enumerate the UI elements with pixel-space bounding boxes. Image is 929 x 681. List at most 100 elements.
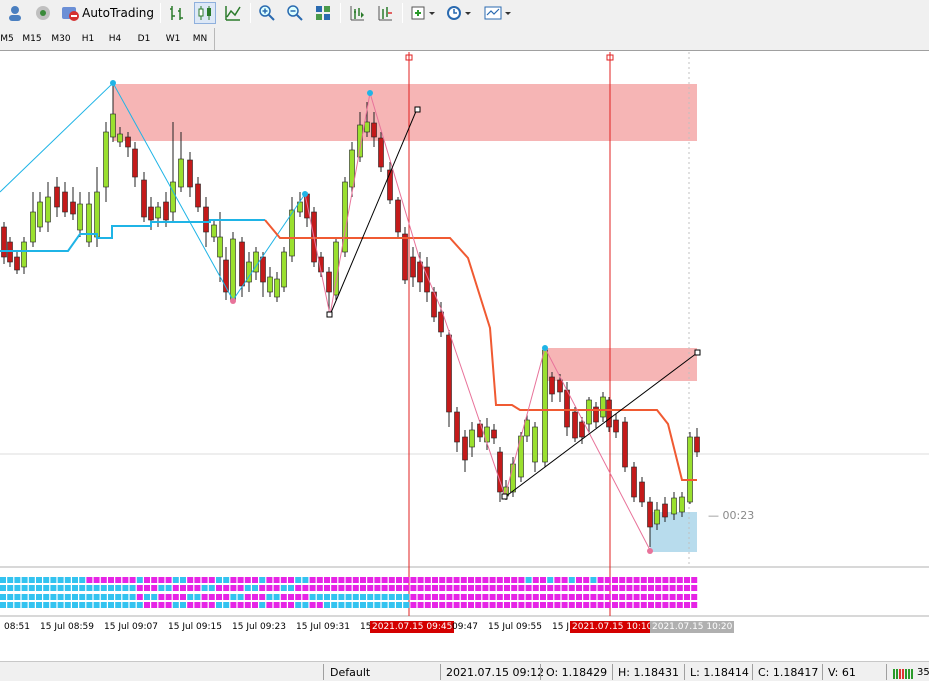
indicator-block [288, 602, 294, 608]
indicator-block [381, 577, 388, 583]
timeframe-d1[interactable]: D1 [135, 31, 153, 47]
indicator-block [554, 585, 561, 591]
indicator-block [576, 577, 582, 583]
profile-name[interactable]: Default [330, 665, 370, 680]
time-axis-label: 15 Jul 09:31 [296, 622, 350, 632]
indicator-block [540, 602, 546, 608]
indicator-block [554, 594, 561, 600]
price-chart[interactable] [0, 52, 929, 642]
indicator-block [129, 577, 136, 583]
indicator-block [367, 585, 374, 591]
indicator-block [144, 594, 150, 600]
timeframe-h1[interactable]: H1 [79, 31, 97, 47]
candle-body [402, 233, 408, 281]
indicator-block [662, 577, 669, 583]
pivot-high-dot [367, 90, 373, 96]
connection-status[interactable]: 35 [893, 665, 929, 680]
indicator-block [324, 585, 330, 591]
indicator-block [0, 594, 6, 600]
indicator-block [165, 577, 172, 583]
indicator-block [295, 585, 302, 591]
line-chart-button[interactable] [222, 2, 244, 24]
indicator-block [432, 577, 438, 583]
metatrader-window: AutoTrading M5 M15 M30 H1 H4 D1 W1 MN — … [0, 0, 929, 681]
indicator-block [36, 585, 42, 591]
signal-icon [36, 6, 50, 20]
bar-chart-button[interactable] [166, 2, 188, 24]
candle-body [600, 396, 606, 418]
indicator-block [352, 602, 359, 608]
indicator-block [547, 594, 554, 600]
trendline-handle[interactable] [501, 493, 508, 500]
indicator-block [108, 602, 114, 608]
indicator-block [424, 594, 431, 600]
trendline-handle[interactable] [694, 349, 701, 356]
indicator-block [496, 577, 503, 583]
indicator-block [302, 585, 309, 591]
zoom-out-button[interactable] [284, 2, 306, 24]
indicator-block [100, 585, 107, 591]
indicator-block [57, 585, 64, 591]
candlestick-button[interactable] [194, 2, 216, 24]
templates-button[interactable] [482, 2, 514, 24]
periods-button[interactable] [444, 2, 474, 24]
timeframe-m30[interactable]: M30 [49, 31, 73, 47]
indicator-block [338, 594, 345, 600]
autoscroll-button[interactable] [374, 2, 396, 24]
accounts-button[interactable] [4, 2, 26, 24]
trendline-handle[interactable] [414, 106, 421, 113]
tile-windows-button[interactable] [312, 2, 334, 24]
indicator-block [410, 602, 417, 608]
candle-body [687, 436, 693, 503]
indicator-block [468, 602, 474, 608]
indicators-button[interactable] [408, 2, 438, 24]
indicator-block [64, 585, 71, 591]
indicator-block [172, 602, 179, 608]
indicator-block [208, 602, 215, 608]
chart-shift-button[interactable] [346, 2, 368, 24]
indicator-subwindow [0, 577, 698, 608]
candle-body [387, 169, 393, 201]
indicator-block [518, 577, 525, 583]
indicator-block [540, 594, 546, 600]
indicator-block [187, 577, 194, 583]
indicator-block [100, 577, 107, 583]
timeframe-m15[interactable]: M15 [20, 31, 44, 47]
indicator-block [122, 577, 129, 583]
indicator-block [576, 585, 582, 591]
zoom-in-button[interactable] [256, 2, 278, 24]
indicator-block [439, 585, 446, 591]
indicator-block [655, 602, 662, 608]
timeframe-mn[interactable]: MN [189, 31, 211, 47]
indicator-block [597, 585, 604, 591]
pivot-high-dot [542, 345, 548, 351]
timeframe-w1[interactable]: W1 [162, 31, 184, 47]
timeframe-h4[interactable]: H4 [106, 31, 124, 47]
indicator-block [122, 594, 129, 600]
chart-area[interactable]: — 00:23 [0, 52, 929, 642]
timeframe-m5[interactable]: M5 [0, 31, 14, 47]
indicator-block [417, 585, 424, 591]
indicator-block [93, 577, 100, 583]
autoscroll-icon [378, 6, 392, 21]
indicator-block [496, 585, 503, 591]
autotrading-button[interactable]: AutoTrading [60, 2, 154, 24]
indicator-block [367, 602, 374, 608]
indicator-block [568, 585, 575, 591]
indicator-block [460, 594, 467, 600]
candle-body [230, 238, 236, 301]
indicator-block [230, 577, 237, 583]
trendline-handle[interactable] [326, 311, 333, 318]
indicator-block [86, 594, 93, 600]
indicator-block [36, 594, 42, 600]
indicator-block [460, 577, 467, 583]
indicator-block [388, 594, 395, 600]
indicator-block [28, 577, 35, 583]
indicator-block [676, 585, 683, 591]
candle-body [70, 201, 76, 215]
indicator-block [691, 577, 698, 583]
indicator-block [619, 602, 626, 608]
autotrading-icon [62, 7, 79, 21]
indicator-block [504, 594, 510, 600]
signals-button[interactable] [32, 2, 54, 24]
